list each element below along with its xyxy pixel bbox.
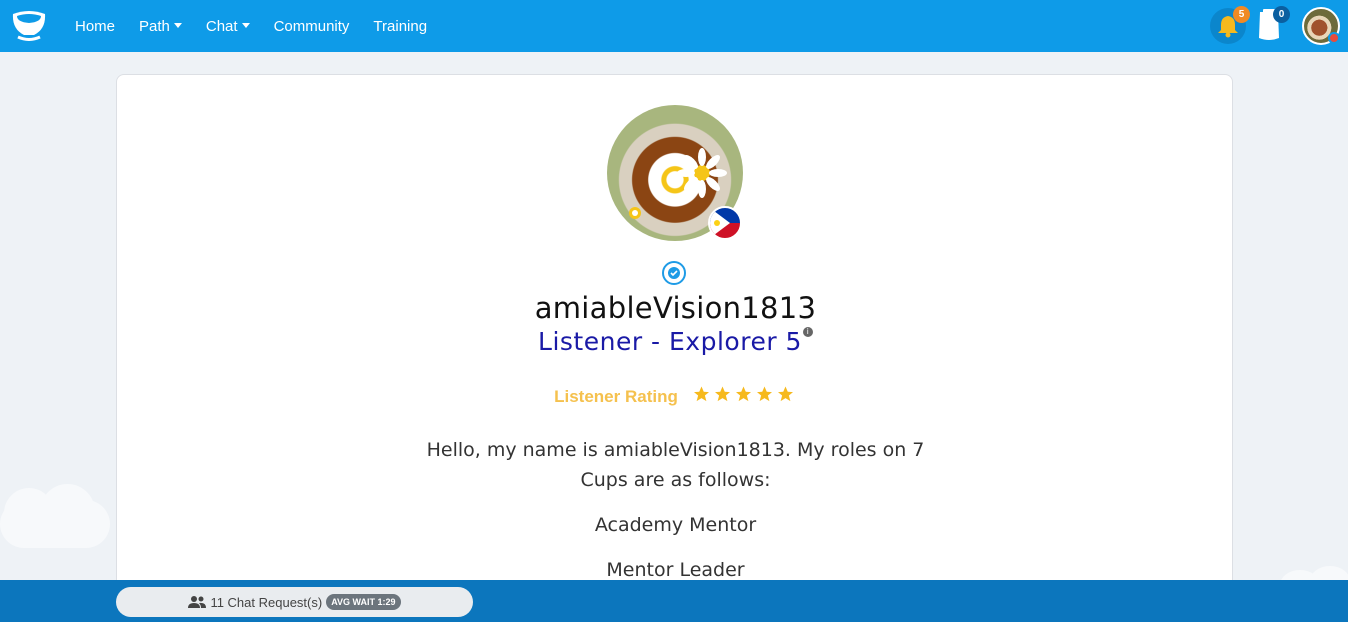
nav-community-link[interactable]: Community (274, 18, 350, 35)
nav-chat-dropdown[interactable]: Chat (206, 18, 250, 35)
chat-requests-button[interactable]: 11 Chat Request(s) AVG WAIT 1:29 (116, 587, 473, 617)
caret-down-icon (241, 22, 250, 28)
chat-requests-count: 11 Chat Request(s) (210, 594, 323, 610)
teacup-logo-icon[interactable] (10, 9, 48, 41)
status-dot (1328, 32, 1340, 44)
cloud-decoration (4, 488, 54, 538)
users-icon (188, 596, 207, 608)
star-icon (693, 386, 709, 402)
nav-home-link[interactable]: Home (75, 18, 115, 35)
profile-card: amiableVision1813 Listener - Explorer 5i… (116, 74, 1233, 622)
chat-request-bar: 11 Chat Request(s) AVG WAIT 1:29 (0, 580, 1348, 622)
profile-rank: Listener - Explorer 5i (117, 327, 1234, 356)
verified-check-icon (662, 261, 686, 285)
messages-button[interactable]: 0 (1256, 6, 1290, 44)
rating-label: Listener Rating (554, 386, 678, 406)
listener-rating: Listener Rating (117, 385, 1234, 408)
user-avatar-button[interactable] (1302, 7, 1340, 45)
caret-down-icon (173, 22, 182, 28)
notifications-count-badge: 5 (1233, 6, 1250, 23)
bio-intro-line-2: Cups are as follows: (580, 469, 771, 491)
nav-path-label: Path (139, 17, 170, 35)
messages-count-badge: 0 (1273, 6, 1290, 23)
role-item: Academy Mentor (594, 514, 757, 536)
star-icon (756, 386, 772, 402)
philippines-flag-icon (708, 206, 742, 240)
bio-intro-line-1: Hello, my name is amiableVision1813. My … (426, 439, 925, 461)
rank-label: Listener - Explorer 5 (538, 327, 802, 356)
top-nav: Home Path Chat Community Training 5 0 (0, 0, 1348, 52)
nav-chat-label: Chat (205, 17, 238, 35)
nav-training-link[interactable]: Training (373, 18, 427, 35)
nav-path-dropdown[interactable]: Path (139, 18, 182, 35)
nav-community-label: Community (273, 17, 350, 35)
notifications-button[interactable]: 5 (1210, 6, 1250, 44)
rating-stars (692, 385, 797, 408)
nav-training-label: Training (373, 17, 428, 35)
star-icon (735, 386, 751, 402)
profile-username: amiableVision1813 (534, 291, 817, 325)
star-icon (777, 386, 793, 402)
avg-wait-badge: AVG WAIT 1:29 (326, 594, 401, 610)
star-icon (714, 386, 730, 402)
info-icon[interactable]: i (802, 327, 813, 337)
nav-home-label: Home (75, 17, 116, 35)
